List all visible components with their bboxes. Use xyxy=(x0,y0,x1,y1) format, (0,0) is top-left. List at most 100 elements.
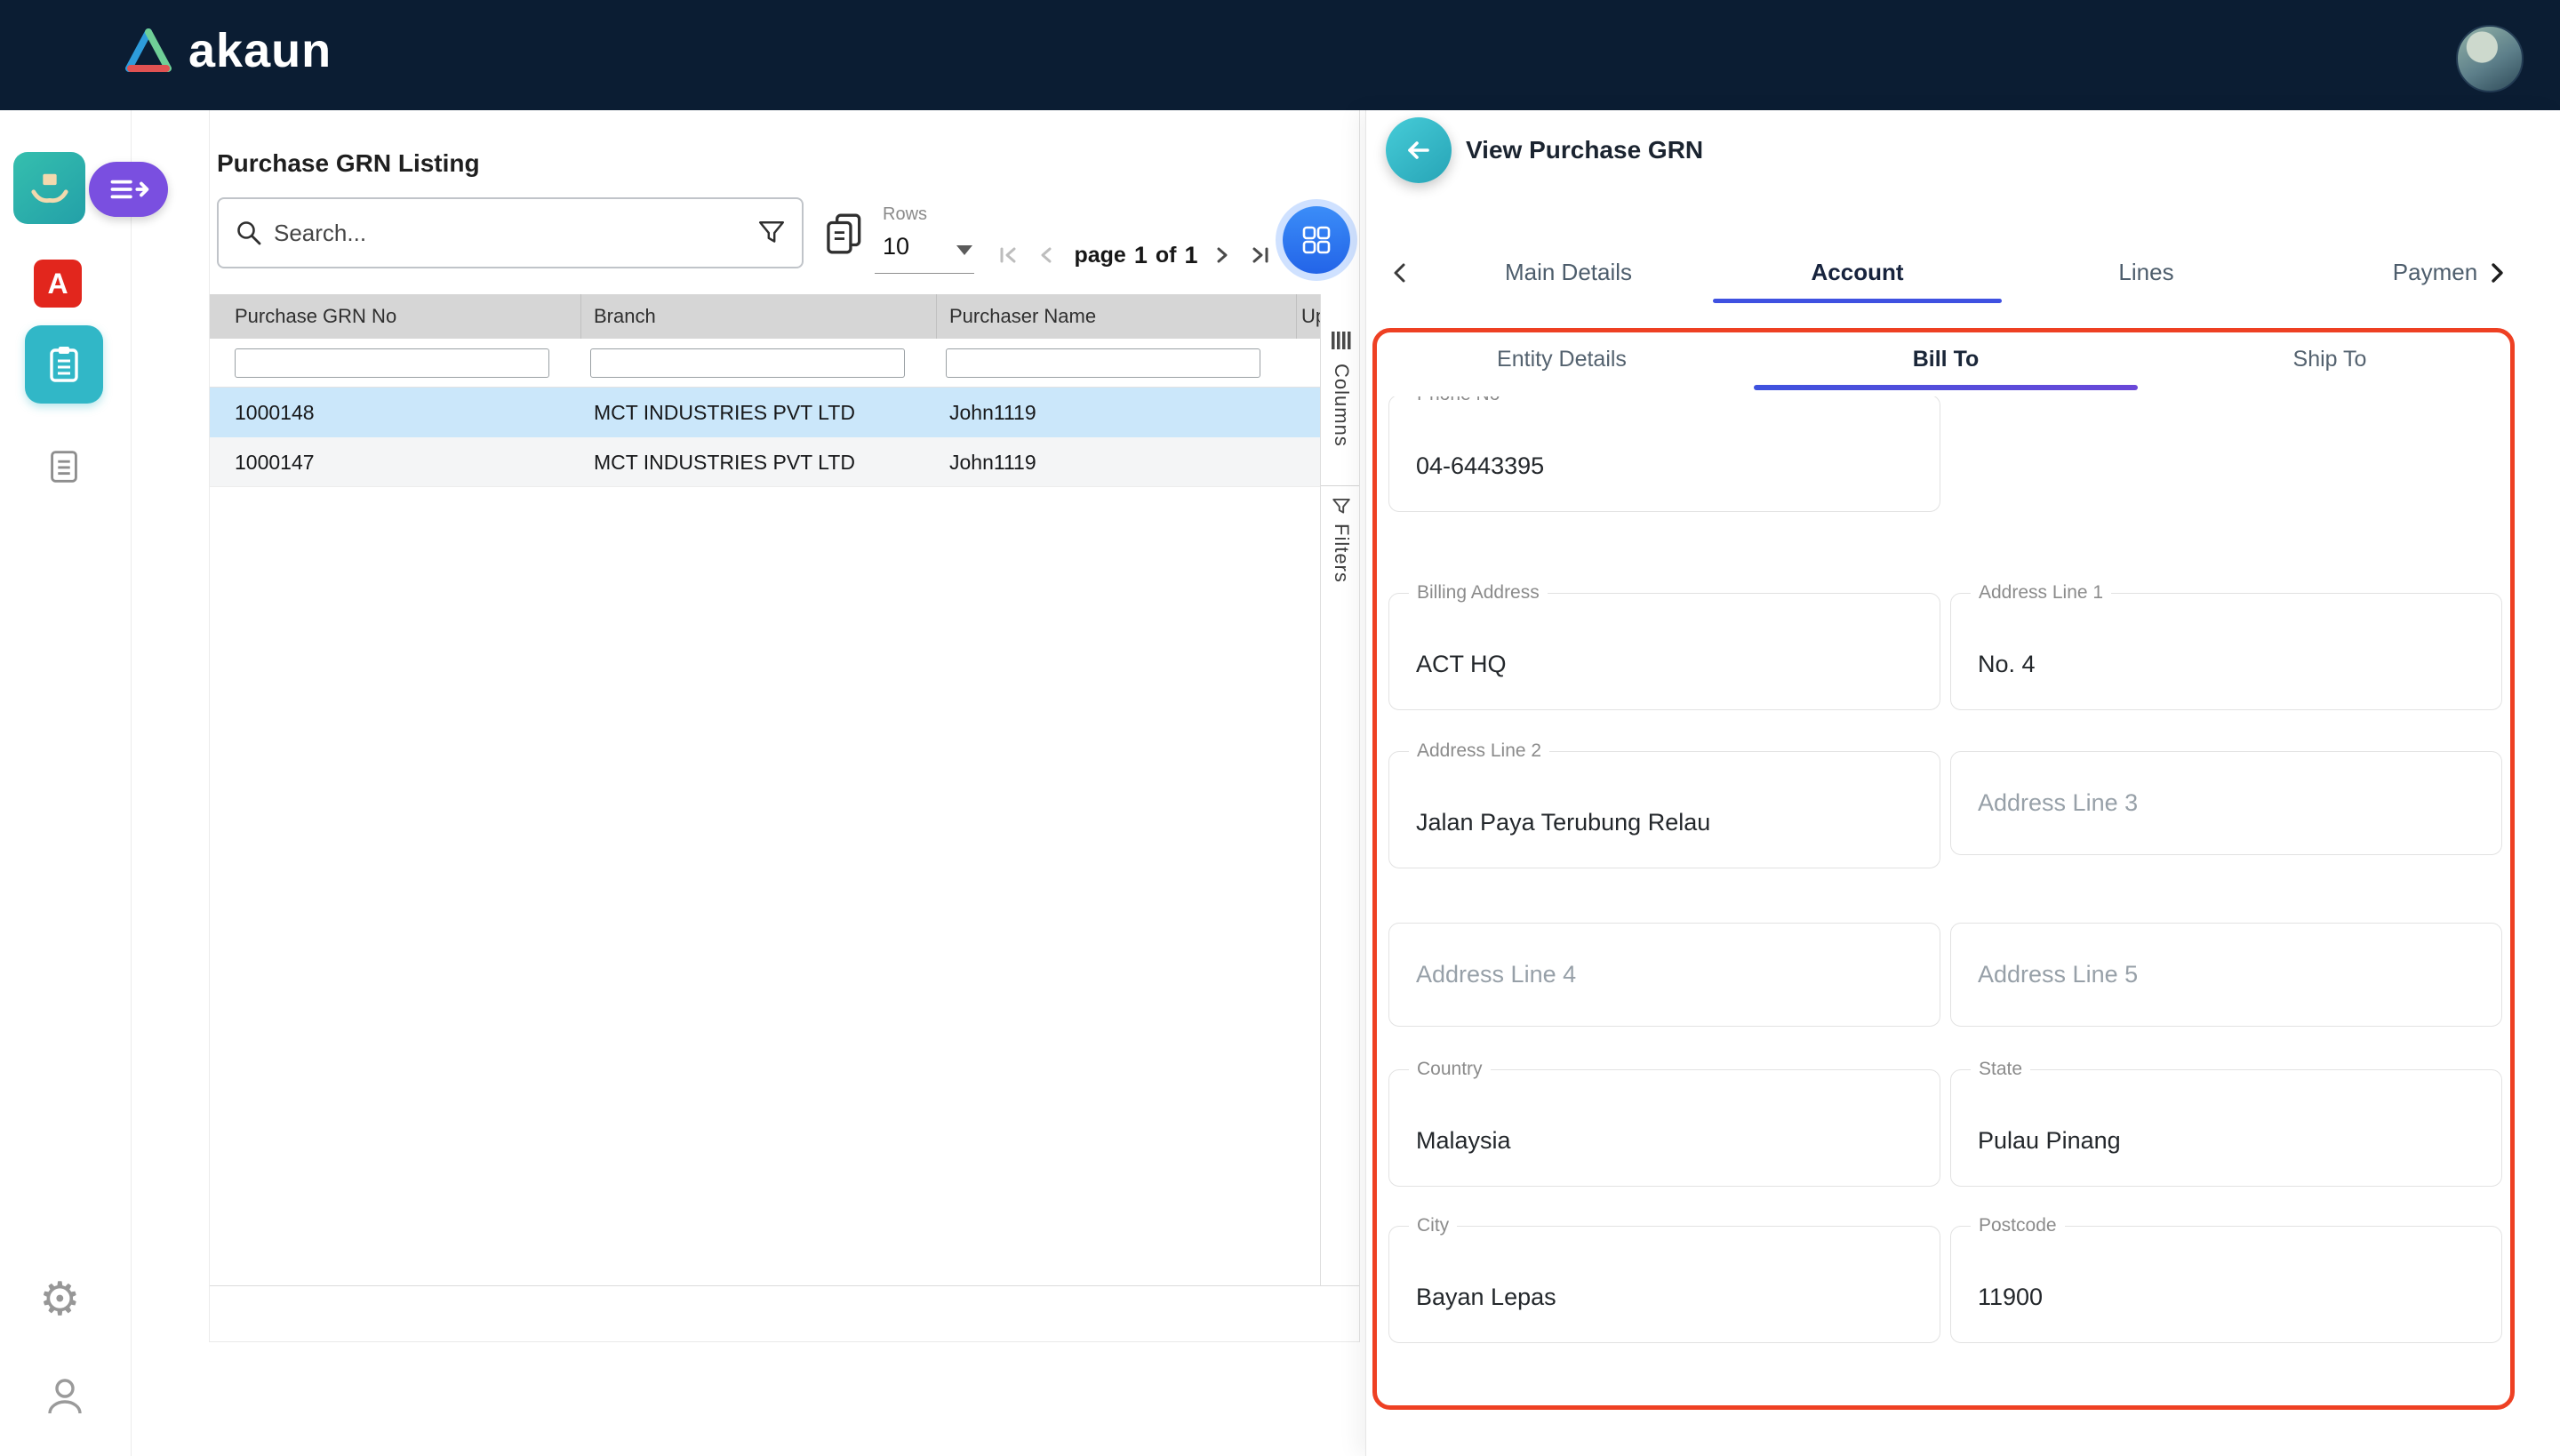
field-address-line-4[interactable]: Address Line 4 xyxy=(1388,923,1940,1027)
rows-per-page-label: Rows xyxy=(883,204,927,225)
rows-select-caret-icon[interactable] xyxy=(956,245,972,255)
top-navbar: akaun xyxy=(0,0,2560,110)
search-icon xyxy=(235,219,263,247)
columns-bars-icon[interactable] xyxy=(1332,332,1351,349)
menu-expand-icon xyxy=(106,174,152,204)
left-sidebar: A ⚙ xyxy=(0,110,132,1456)
user-avatar[interactable] xyxy=(2456,25,2524,92)
tabs-scroll-left-icon[interactable] xyxy=(1388,260,1414,286)
of-label: of xyxy=(1156,243,1177,268)
sidebar-item-grn-listing-active[interactable] xyxy=(25,325,103,404)
column-header-purchaser[interactable]: Purchaser Name xyxy=(949,294,1096,339)
tab-lines[interactable]: Lines xyxy=(2002,241,2291,303)
person-icon xyxy=(44,1376,85,1417)
arrow-left-icon xyxy=(1403,134,1435,166)
settings-gear-icon[interactable]: ⚙ xyxy=(39,1273,81,1326)
postcode-label: Postcode xyxy=(1971,1215,2065,1236)
field-address-line-3[interactable]: Address Line 3 xyxy=(1950,751,2502,855)
document-list-icon xyxy=(44,445,84,486)
back-button[interactable] xyxy=(1386,117,1452,183)
filter-input-branch[interactable] xyxy=(590,348,905,378)
filter-input-grn-no[interactable] xyxy=(235,348,549,378)
phone-no-label: Phone No xyxy=(1409,396,1508,405)
filters-funnel-icon[interactable] xyxy=(1332,497,1351,516)
previous-page-button[interactable] xyxy=(1033,242,1060,268)
subtab-bill-to[interactable]: Bill To xyxy=(1754,330,2138,388)
rows-select-underline xyxy=(875,273,974,274)
filters-toggle[interactable]: Filters xyxy=(1330,524,1353,583)
field-phone-no[interactable]: Phone No 04-6443395 xyxy=(1388,396,1940,512)
field-address-line-1[interactable]: Address Line 1 No. 4 xyxy=(1950,593,2502,710)
column-header-branch[interactable]: Branch xyxy=(594,294,656,339)
field-city[interactable]: City Bayan Lepas xyxy=(1388,1226,1940,1343)
view-purchase-grn-panel: View Purchase GRN Main Details Account L… xyxy=(1365,110,2560,1456)
rows-per-page-select[interactable]: 10 xyxy=(883,233,909,260)
tabs-scroll-right-icon[interactable] xyxy=(2484,260,2510,286)
city-value: Bayan Lepas xyxy=(1416,1284,1556,1311)
table-side-strip: Columns Filters xyxy=(1320,294,1360,1285)
active-subtab-underline xyxy=(1754,385,2138,390)
table-row[interactable]: 1000147 MCT INDUSTRIES PVT LTD John1119 xyxy=(210,437,1320,487)
grid-view-button[interactable] xyxy=(1283,206,1350,274)
tab-payment[interactable]: Paymen xyxy=(2291,241,2490,303)
last-page-button[interactable] xyxy=(1246,242,1273,268)
filter-input-purchaser[interactable] xyxy=(946,348,1260,378)
field-address-line-5[interactable]: Address Line 5 xyxy=(1950,923,2502,1027)
purchase-grn-listing-panel: Purchase GRN Listing Rows 10 p xyxy=(209,110,1360,1342)
field-country[interactable]: Country Malaysia xyxy=(1388,1069,1940,1187)
address-line-2-value: Jalan Paya Terubung Relau xyxy=(1416,809,1710,836)
columns-toggle[interactable]: Columns xyxy=(1330,364,1353,447)
search-bar xyxy=(217,197,804,268)
cell-branch: MCT INDUSTRIES PVT LTD xyxy=(594,437,855,487)
address-line-1-value: No. 4 xyxy=(1978,651,2036,678)
table-row[interactable]: 1000148 MCT INDUSTRIES PVT LTD John1119 xyxy=(210,388,1320,437)
page-label: page xyxy=(1074,243,1125,268)
grid-icon xyxy=(1300,224,1332,256)
next-page-button[interactable] xyxy=(1209,242,1236,268)
column-header-grn-no[interactable]: Purchase GRN No xyxy=(235,294,396,339)
acrobat-glyph: A xyxy=(47,268,68,300)
strip-divider xyxy=(1321,485,1360,486)
detail-tabs: Main Details Account Lines Paymen xyxy=(1424,241,2490,303)
field-state[interactable]: State Pulau Pinang xyxy=(1950,1069,2502,1187)
field-spacer xyxy=(1950,396,2502,512)
billing-address-value: ACT HQ xyxy=(1416,651,1507,678)
detail-title: View Purchase GRN xyxy=(1466,110,1703,190)
subtab-ship-to[interactable]: Ship To xyxy=(2138,330,2522,388)
first-page-button[interactable] xyxy=(996,242,1022,268)
field-billing-address[interactable]: Billing Address ACT HQ xyxy=(1388,593,1940,710)
cell-purchaser: John1119 xyxy=(949,388,1036,437)
active-tab-underline xyxy=(1713,299,2002,303)
brand-logo[interactable]: akaun xyxy=(123,23,332,78)
duplicate-view-icon[interactable] xyxy=(823,212,866,256)
field-postcode[interactable]: Postcode 11900 xyxy=(1950,1226,2502,1343)
profile-person-icon[interactable] xyxy=(44,1376,85,1417)
field-address-line-2[interactable]: Address Line 2 Jalan Paya Terubung Relau xyxy=(1388,751,1940,868)
column-separator xyxy=(936,294,937,339)
country-label: Country xyxy=(1409,1059,1491,1080)
address-line-4-placeholder: Address Line 4 xyxy=(1416,961,1576,988)
hands-holding-box-icon xyxy=(29,168,70,209)
total-pages: 1 xyxy=(1184,242,1197,269)
column-separator xyxy=(580,294,581,339)
cell-grn-no: 1000147 xyxy=(235,437,315,487)
table-bottom-border xyxy=(210,1285,1360,1286)
cell-branch: MCT INDUSTRIES PVT LTD xyxy=(594,388,855,437)
country-value: Malaysia xyxy=(1416,1127,1511,1155)
tab-main-details[interactable]: Main Details xyxy=(1424,241,1713,303)
sidebar-item-document-listing[interactable] xyxy=(43,444,85,487)
tab-account[interactable]: Account xyxy=(1713,241,2002,303)
sidebar-expand-toggle[interactable] xyxy=(89,162,168,217)
sidebar-item-procurement[interactable] xyxy=(13,152,85,224)
postcode-value: 11900 xyxy=(1978,1284,2043,1311)
table-header: Purchase GRN No Branch Purchaser Name Up xyxy=(210,294,1320,339)
filter-funnel-icon[interactable] xyxy=(757,219,786,247)
search-input[interactable] xyxy=(274,220,747,247)
subtab-entity-details[interactable]: Entity Details xyxy=(1370,330,1754,388)
pdf-acrobat-icon[interactable]: A xyxy=(34,260,82,308)
cell-purchaser: John1119 xyxy=(949,437,1036,487)
billing-address-label: Billing Address xyxy=(1409,582,1548,604)
address-line-5-placeholder: Address Line 5 xyxy=(1978,961,2138,988)
cell-grn-no: 1000148 xyxy=(235,388,315,437)
address-line-2-label: Address Line 2 xyxy=(1409,740,1549,762)
